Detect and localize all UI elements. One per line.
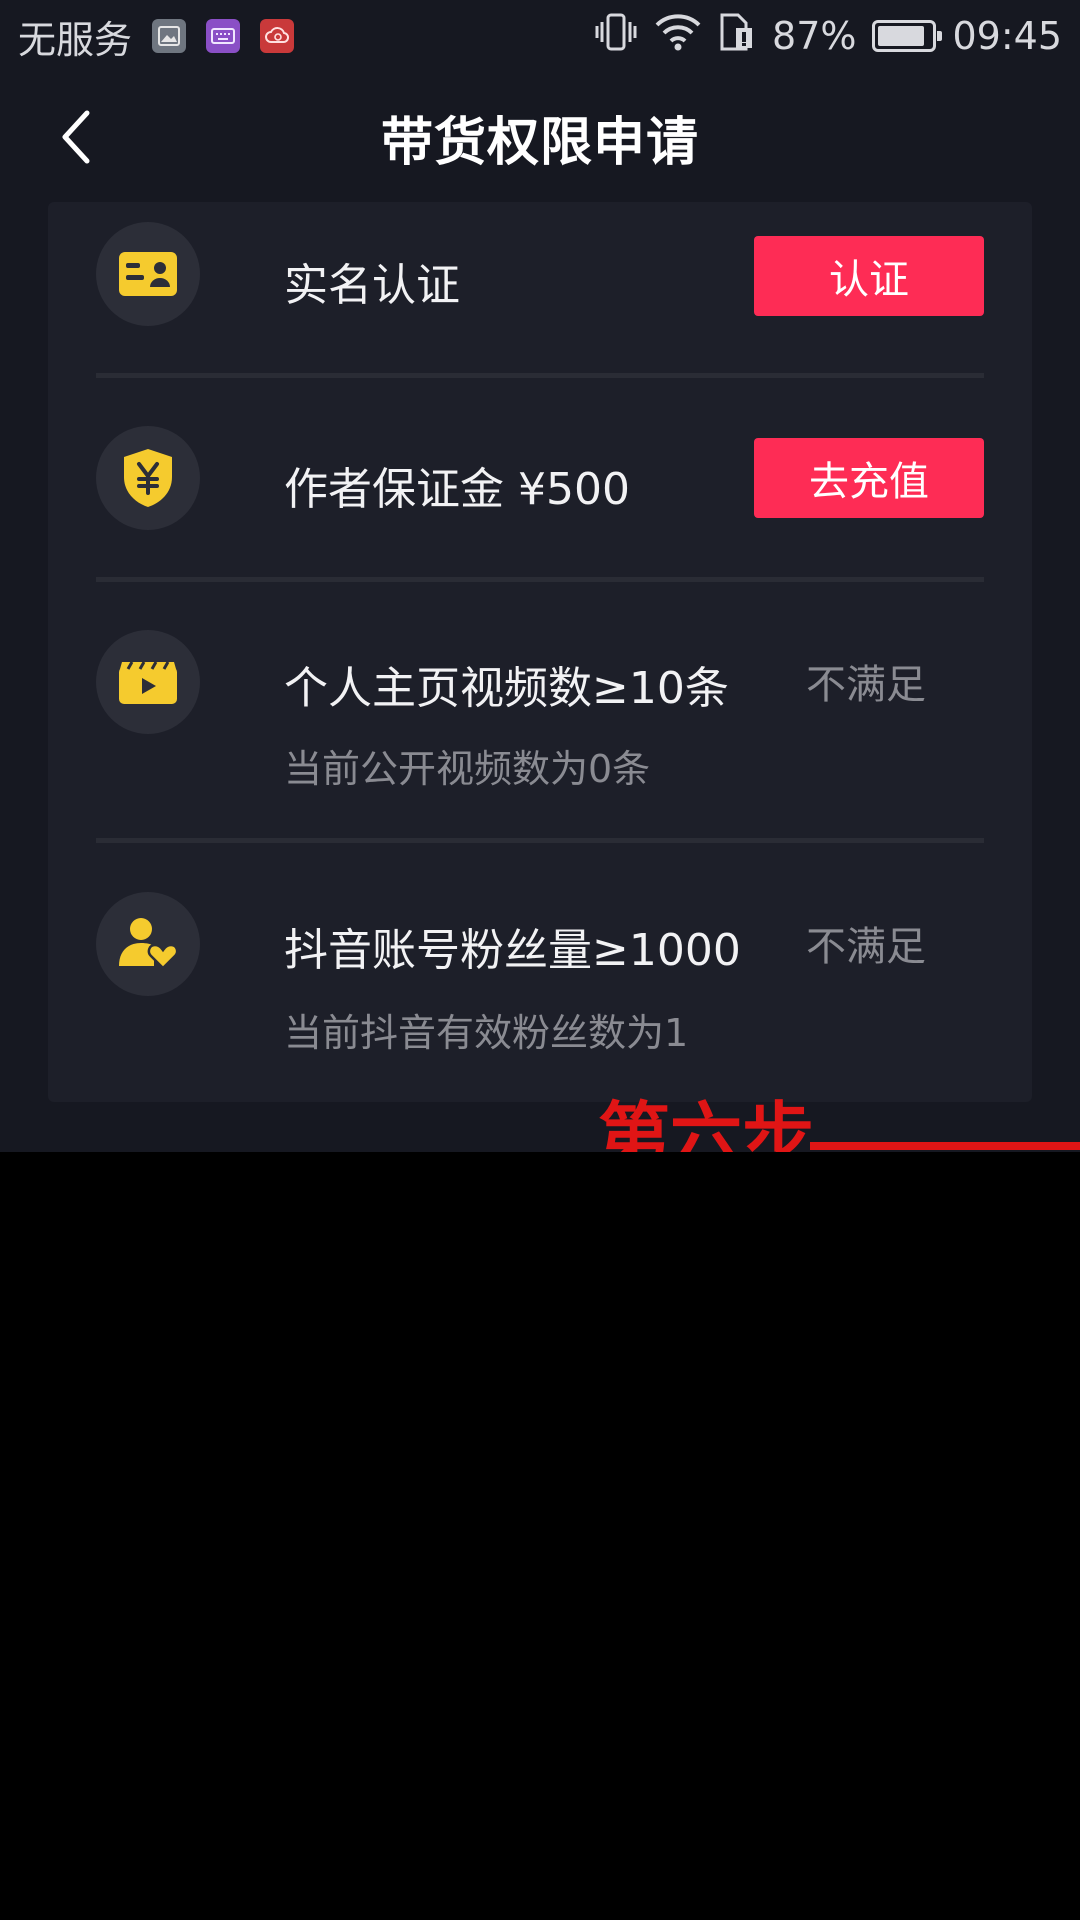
requirements-card: 实名认证 认证 作者保证金 ¥500 去充值 个人主页视频数≥10条 当前公开视…	[48, 202, 1032, 1102]
back-button[interactable]	[40, 102, 110, 172]
requirement-title: 抖音账号粉丝量≥1000	[284, 925, 741, 976]
requirement-icon-wrap	[96, 222, 200, 326]
status-bar-right: 87% 09:45	[578, 12, 1062, 61]
recharge-button[interactable]: 去充值	[754, 438, 984, 518]
requirement-fans-count: 抖音账号粉丝量≥1000 当前抖音有效粉丝数为1 不满足	[96, 892, 984, 1062]
requirement-title: 个人主页视频数≥10条	[284, 663, 729, 714]
requirement-title: 实名认证	[284, 260, 460, 311]
id-card-icon	[119, 252, 177, 296]
status-not-met: 不满足	[806, 662, 926, 708]
requirement-subtitle: 当前公开视频数为0条	[284, 747, 651, 791]
battery-percent: 87%	[772, 14, 857, 58]
annotation-line	[810, 1142, 1080, 1150]
wifi-icon	[654, 12, 702, 61]
requirement-video-count: 个人主页视频数≥10条 当前公开视频数为0条 不满足	[96, 630, 984, 800]
requirement-title: 作者保证金 ¥500	[284, 464, 630, 515]
status-not-met: 不满足	[806, 924, 926, 970]
step-annotation: 第六步	[598, 1094, 815, 1152]
sim-icon	[718, 12, 756, 61]
divider	[96, 838, 984, 843]
divider	[96, 577, 984, 582]
divider	[96, 373, 984, 378]
status-time: 09:45	[952, 14, 1062, 58]
cloud-sync-icon	[260, 19, 295, 53]
gallery-icon	[152, 19, 187, 53]
status-bar: 无服务 87% 09:45	[0, 0, 1080, 72]
vibrate-icon	[594, 12, 638, 61]
nav-header: 带货权限申请	[0, 72, 1080, 202]
app-screen: 无服务 87% 09:45 带货权限申请 实名认证 认证 作者保证金 ¥500 …	[0, 0, 1080, 1152]
requirement-subtitle: 当前抖音有效粉丝数为1	[284, 1011, 689, 1055]
chevron-left-icon	[62, 110, 90, 164]
video-clapper-icon	[119, 661, 177, 704]
requirement-deposit: 作者保证金 ¥500 去充值	[96, 426, 984, 530]
carrier-text: 无服务	[18, 17, 133, 62]
page-title: 带货权限申请	[380, 112, 699, 173]
battery-level-fill	[878, 26, 924, 46]
requirement-icon-wrap	[96, 630, 200, 734]
requirement-real-name: 实名认证 认证	[96, 222, 984, 326]
requirement-icon-wrap	[96, 892, 200, 996]
shield-yen-icon	[124, 449, 172, 507]
fans-heart-icon	[119, 918, 179, 970]
status-bar-left: 无服务	[18, 9, 295, 64]
requirement-icon-wrap	[96, 426, 200, 530]
verify-button[interactable]: 认证	[754, 236, 984, 316]
keyboard-icon	[206, 19, 241, 53]
battery-icon	[872, 20, 943, 52]
